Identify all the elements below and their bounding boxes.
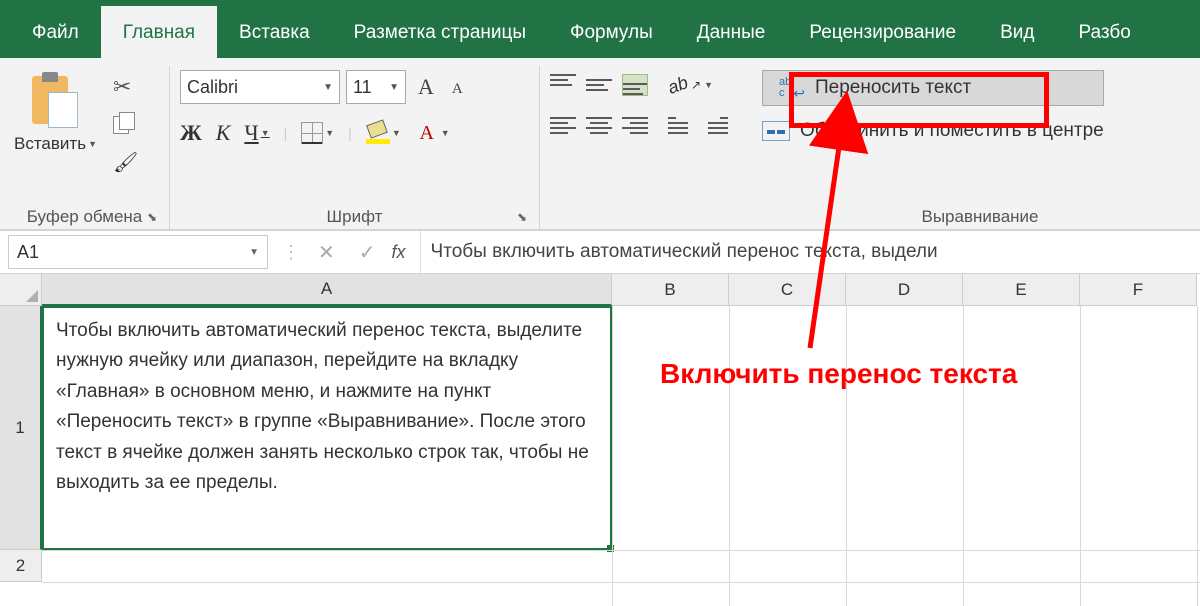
align-middle-button[interactable] [586,74,612,96]
chevron-down-icon: ▼ [441,128,450,138]
decrease-font-button[interactable]: A [446,81,469,98]
name-box-value: A1 [17,242,39,263]
fill-color-button[interactable]: ▼ [366,122,401,144]
row-header-2[interactable]: 2 [0,550,42,582]
column-header-D[interactable]: D [846,274,963,306]
increase-indent-icon [708,117,728,134]
cut-button[interactable] [113,74,139,100]
underline-button[interactable]: Ч▼ [244,120,269,146]
increase-indent-button[interactable] [708,114,738,136]
chevron-down-icon: ▼ [249,247,259,258]
ribbon-tabs: Файл Главная Вставка Разметка страницы Ф… [0,0,1200,58]
font-color-button[interactable]: A▼ [415,124,450,142]
align-right-button[interactable] [622,114,648,136]
group-clipboard-label: Буфер обмена [27,207,143,226]
fx-label[interactable]: fx [388,242,420,263]
row-header-1[interactable]: 1 [0,306,42,550]
tab-data[interactable]: Данные [675,6,788,58]
merge-icon [762,121,790,141]
tab-home[interactable]: Главная [101,6,217,58]
chevron-down-icon: ▼ [325,128,334,138]
chevron-down-icon: ▼ [323,82,333,93]
chevron-down-icon: ▼ [389,82,399,93]
paste-button[interactable]: Вставить▼ [10,70,101,176]
merge-center-button[interactable]: Объединить и поместить в центре [762,120,1104,142]
group-alignment: ab↗▼ Переносить текст Объединить и [540,66,1200,229]
tab-formulas[interactable]: Формулы [548,6,675,58]
tab-page-layout[interactable]: Разметка страницы [332,6,548,58]
underline-label: Ч [244,120,258,146]
dialog-launcher-icon[interactable]: ⬊ [515,210,529,224]
group-font: Calibri ▼ 11 ▼ A A Ж К Ч▼ | ▼ | ▼ A▼ [170,66,540,229]
group-clipboard: Вставить▼ Буфер обмена⬊ [0,66,170,229]
wrap-text-label: Переносить текст [815,77,971,99]
bold-button[interactable]: Ж [180,120,202,146]
copy-button[interactable] [113,112,139,138]
border-icon [301,122,323,144]
enter-formula-button[interactable]: ✓ [347,240,388,265]
font-size-combo[interactable]: 11 ▼ [346,70,406,104]
orientation-button[interactable]: ab↗▼ [668,75,713,96]
cell-A1[interactable]: Чтобы включить автоматический перенос те… [42,306,612,550]
chevron-down-icon: ▼ [88,139,97,149]
chevron-down-icon: ▼ [261,128,270,138]
increase-font-button[interactable]: A [412,74,440,100]
chevron-down-icon: ▼ [392,128,401,138]
tab-review[interactable]: Рецензирование [787,6,978,58]
font-name-value: Calibri [187,77,238,98]
paste-label: Вставить [14,134,86,154]
format-painter-button[interactable] [113,150,139,176]
group-font-label: Шрифт [327,207,383,226]
fill-icon [366,122,390,144]
tab-insert[interactable]: Вставка [217,6,332,58]
wrap-text-button[interactable]: Переносить текст [762,70,1104,106]
column-header-E[interactable]: E [963,274,1080,306]
select-all-corner[interactable] [0,274,42,306]
group-alignment-label: Выравнивание [921,207,1038,226]
name-box[interactable]: A1 ▼ [8,235,268,269]
annotation-text: Включить перенос текста [660,358,1017,390]
tab-view[interactable]: Вид [978,6,1056,58]
chevron-down-icon: ▼ [704,80,713,90]
column-header-A[interactable]: A [42,274,612,306]
merge-center-label: Объединить и поместить в центре [800,120,1104,142]
italic-button[interactable]: К [216,120,231,146]
wrap-text-icon [779,77,805,99]
font-color-icon: A [415,124,439,142]
orientation-icon: ab [665,72,691,99]
paste-icon [30,72,80,130]
tab-file[interactable]: Файл [10,6,101,58]
column-header-F[interactable]: F [1080,274,1197,306]
align-center-button[interactable] [586,114,612,136]
align-top-button[interactable] [550,74,576,96]
align-bottom-button[interactable] [622,74,648,96]
copy-icon [113,112,135,134]
decrease-indent-icon [668,117,688,134]
cancel-formula-button[interactable]: ✕ [306,240,347,265]
font-name-combo[interactable]: Calibri ▼ [180,70,340,104]
column-header-C[interactable]: C [729,274,846,306]
ribbon: Вставить▼ Буфер обмена⬊ Calibri ▼ 11 ▼ [0,58,1200,230]
align-left-button[interactable] [550,114,576,136]
font-size-value: 11 [353,77,372,98]
dialog-launcher-icon[interactable]: ⬊ [145,210,159,224]
decrease-indent-button[interactable] [668,114,698,136]
column-header-B[interactable]: B [612,274,729,306]
formula-bar: A1 ▼ ⋮ ✕ ✓ fx Чтобы включить автоматичес… [0,230,1200,274]
formula-bar-content[interactable]: Чтобы включить автоматический перенос те… [420,231,1200,273]
tab-developer[interactable]: Разбо [1056,6,1152,58]
borders-button[interactable]: ▼ [301,122,334,144]
